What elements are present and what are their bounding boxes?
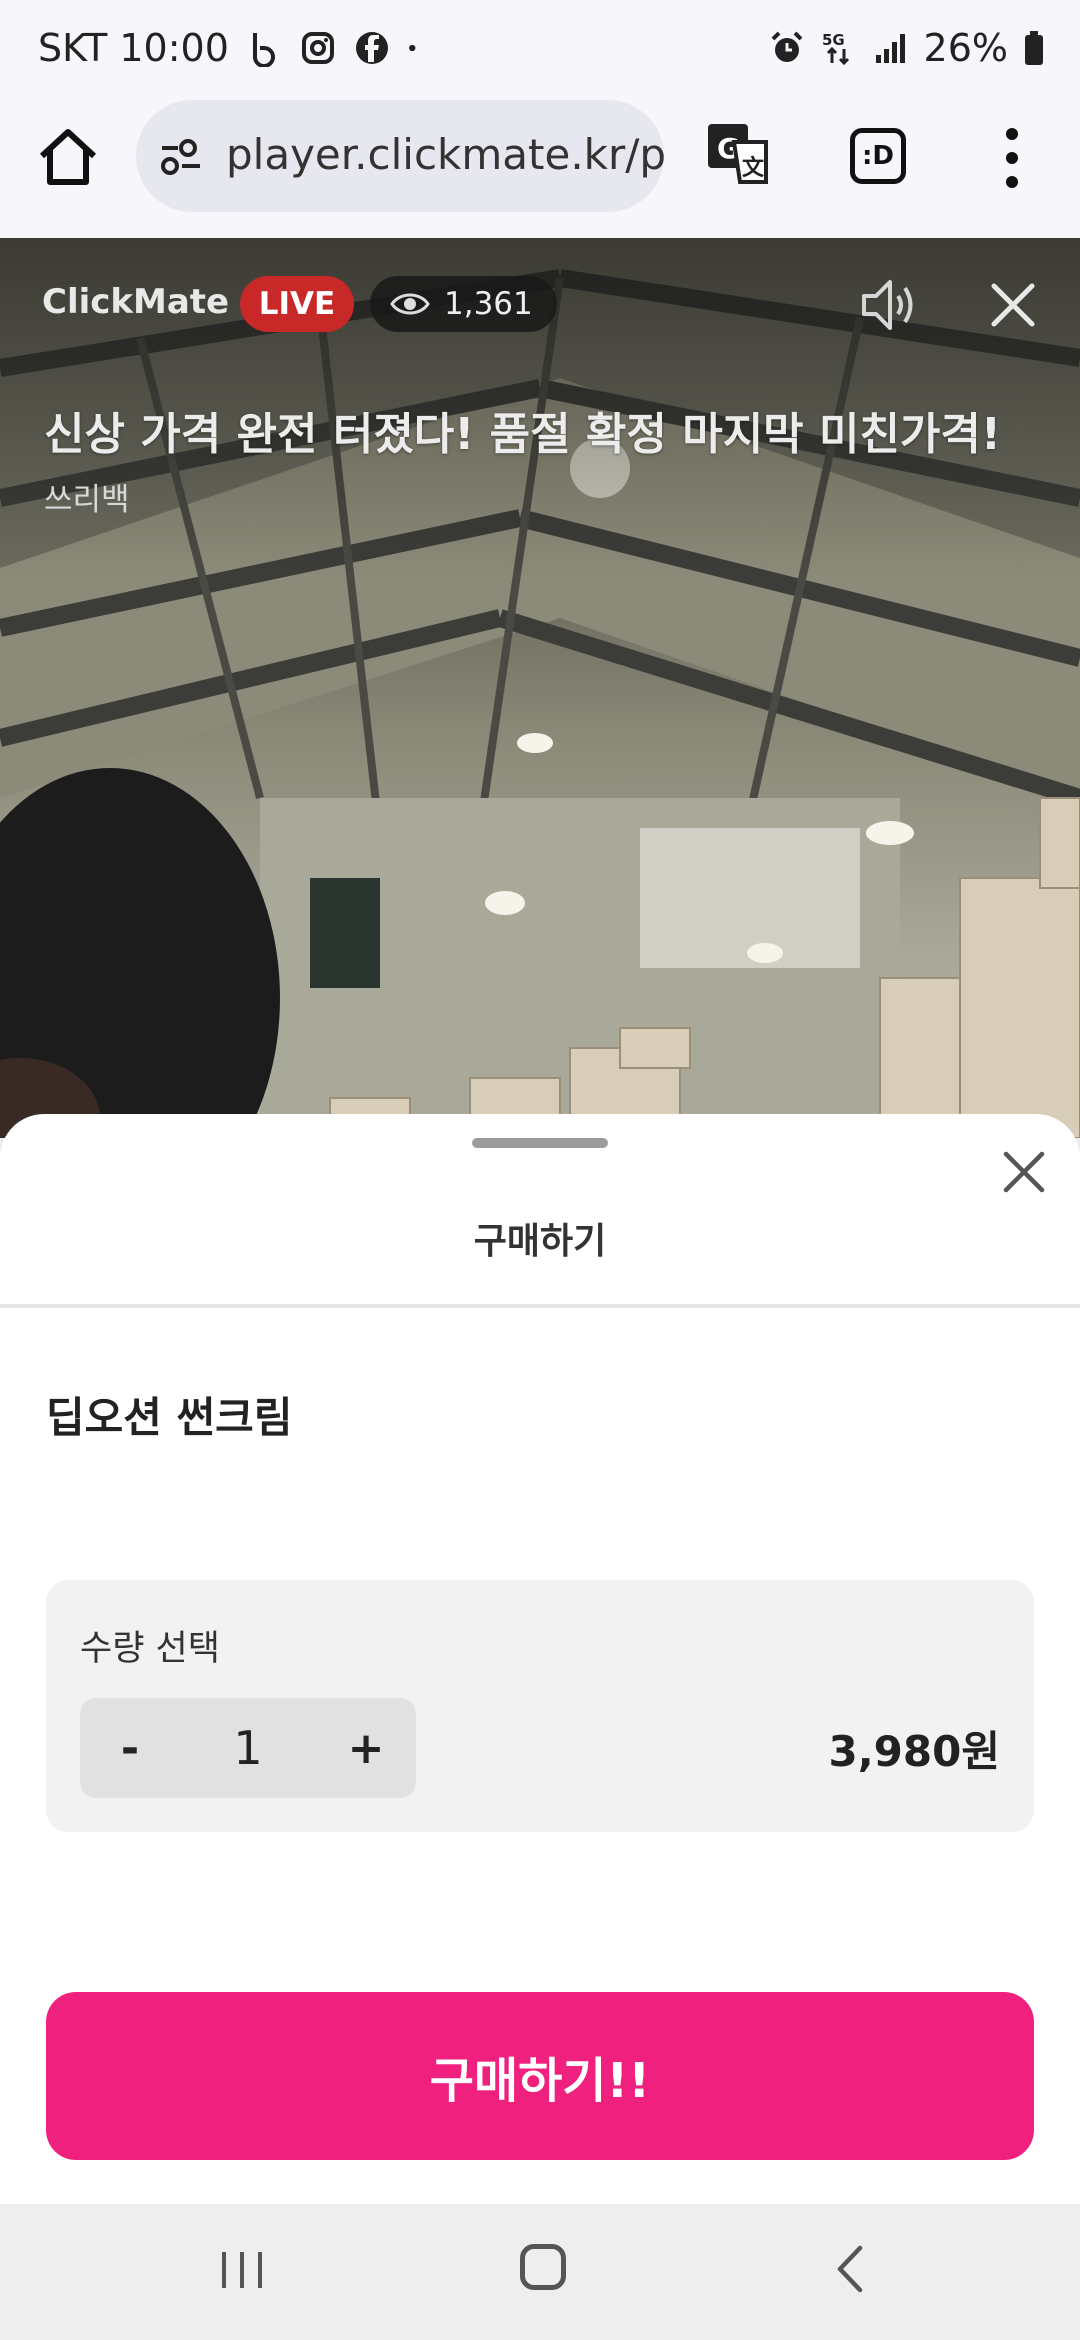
sheet-title: 구매하기 (473, 1221, 607, 1262)
b-app-icon (252, 33, 275, 67)
site-settings-icon[interactable] (158, 134, 204, 180)
quantity-stepper: - 1 + (80, 1698, 416, 1798)
address-bar[interactable]: player.clickmate.kr/p (136, 100, 664, 212)
url-text[interactable]: player.clickmate.kr/p (226, 130, 664, 179)
product-name: 딥오션 썬크림 (46, 1393, 293, 1442)
total-price: 3,980원 (828, 1727, 1001, 1776)
quantity-panel: 수량 선택 - 1 + 3,980원 (46, 1580, 1034, 1832)
5g-icon: 5G (822, 31, 849, 66)
close-icon[interactable] (988, 280, 1038, 330)
eye-icon (390, 293, 430, 315)
facebook-icon (355, 32, 388, 64)
brand-logo: ClickMate (42, 282, 230, 322)
seller-name: 쓰리백 (44, 482, 130, 518)
viewer-count-badge: 1,361 (370, 276, 557, 332)
quantity-label: 수량 선택 (80, 1629, 220, 1669)
drag-handle[interactable] (472, 1138, 608, 1148)
purchase-bottom-sheet: 구매하기 딥오션 썬크림 수량 선택 - 1 + 3,980원 구매하기!! (0, 1114, 1080, 2204)
system-nav-bar (0, 2204, 1080, 2340)
translate-icon[interactable]: G文 (704, 120, 772, 188)
live-badge: LIVE (240, 276, 354, 332)
status-left: SKT 10:00 (38, 26, 427, 70)
tab-switcher-button[interactable]: :D (850, 128, 906, 184)
close-sheet-icon[interactable] (1000, 1148, 1048, 1196)
divider (0, 1304, 1080, 1308)
live-video-player[interactable]: ClickMate LIVE 1,361 신상 가격 완전 터졌다! 품절 확정… (0, 238, 1080, 1138)
back-icon[interactable] (830, 2244, 870, 2294)
increase-quantity-button[interactable]: + (316, 1698, 416, 1798)
carrier-time: SKT 10:00 (38, 26, 229, 70)
battery-percent: 26% (923, 26, 1008, 70)
alarm-icon (771, 31, 802, 62)
instagram-icon (301, 32, 334, 64)
decrease-quantity-button[interactable]: - (80, 1698, 180, 1798)
status-bar: SKT 10:00 5G 26% (0, 0, 1080, 100)
buy-button[interactable]: 구매하기!! (46, 1992, 1034, 2160)
recent-apps-icon[interactable] (218, 2248, 266, 2292)
viewer-count: 1,361 (444, 286, 533, 322)
signal-icon (875, 34, 905, 63)
home-icon[interactable] (34, 124, 102, 192)
battery-icon (1025, 31, 1043, 65)
speaker-icon[interactable] (858, 274, 920, 336)
browser-toolbar: player.clickmate.kr/p G文 :D (0, 100, 1080, 238)
svg-text:文: 文 (742, 155, 765, 181)
live-title: 신상 가격 완전 터졌다! 품절 확정 마지막 미친가격! (44, 409, 1001, 460)
status-right: 5G 26% (768, 26, 1046, 70)
svg-text:5G: 5G (822, 31, 845, 49)
home-nav-icon[interactable] (520, 2244, 566, 2290)
dot-icon (408, 44, 416, 52)
more-menu-icon[interactable] (1000, 124, 1024, 192)
quantity-value: 1 (233, 1721, 263, 1775)
